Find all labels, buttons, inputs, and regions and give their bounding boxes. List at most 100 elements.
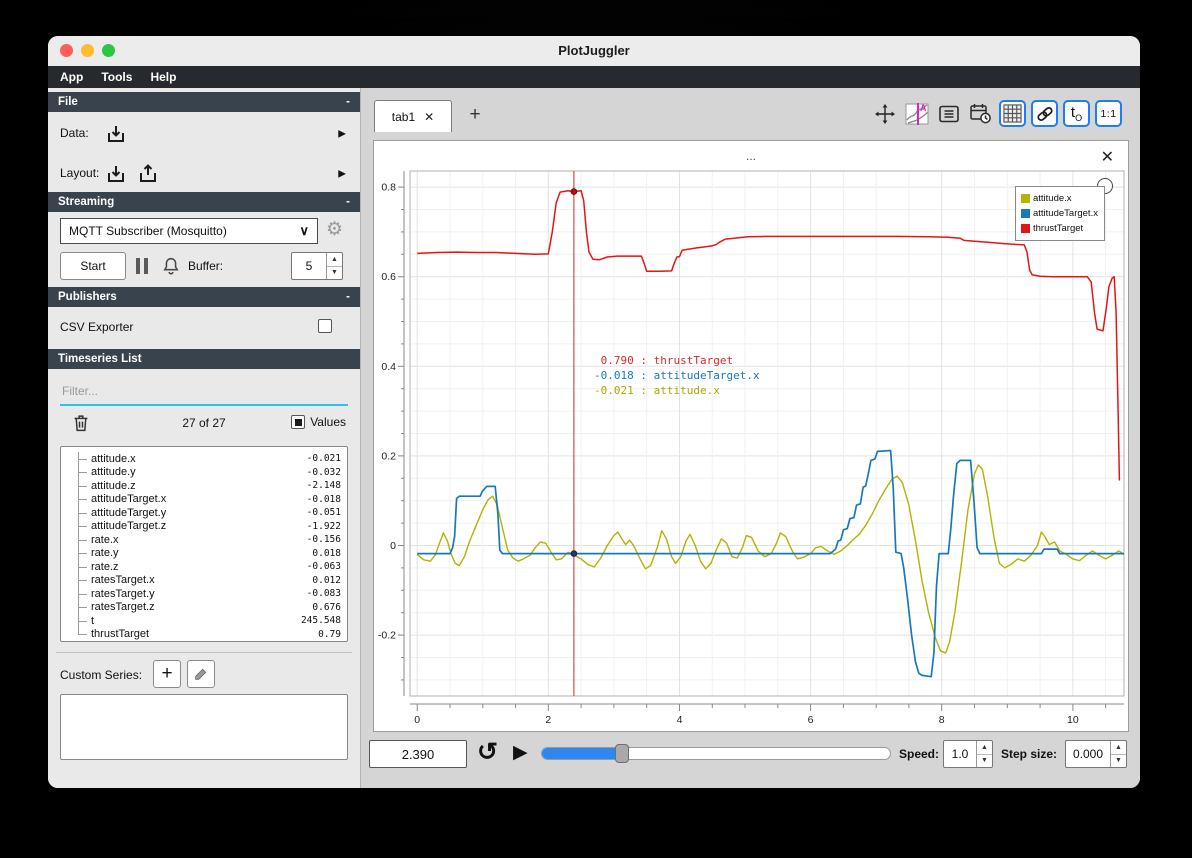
legend-item[interactable]: thrustTarget bbox=[1021, 221, 1099, 236]
speed-spinbox[interactable]: 1.0 ▲ ▼ bbox=[943, 740, 993, 768]
tooltip-line: -0.021 : attitude.x bbox=[594, 384, 720, 397]
plot-title[interactable]: ... bbox=[374, 149, 1128, 163]
load-layout-icon[interactable] bbox=[104, 162, 128, 186]
svg-text:0.2: 0.2 bbox=[381, 450, 396, 462]
add-tab-button[interactable]: + bbox=[462, 102, 488, 128]
series-value: -2.148 bbox=[306, 480, 341, 492]
datetime-scale-icon[interactable] bbox=[967, 100, 994, 127]
buffer-spinbox[interactable]: 5 ▲ ▼ bbox=[291, 252, 343, 280]
plot-toolbar: A tO 1:1 bbox=[871, 100, 1122, 127]
play-icon[interactable]: ▶ bbox=[513, 741, 528, 764]
timeseries-row[interactable]: rate.x -0.156 bbox=[71, 533, 341, 547]
streaming-settings-gear-icon[interactable]: ⚙ bbox=[326, 218, 343, 241]
speed-label: Speed: bbox=[899, 747, 940, 761]
ratio-1-1-icon[interactable]: 1:1 bbox=[1095, 100, 1122, 127]
grid-layout-icon[interactable] bbox=[999, 100, 1026, 127]
series-attitudeTarget.x bbox=[417, 449, 1124, 678]
streaming-source-select[interactable]: MQTT Subscriber (Mosquitto) ∨ bbox=[60, 218, 318, 244]
tab-tab1[interactable]: tab1 ✕ bbox=[374, 100, 452, 132]
legend-swatch bbox=[1021, 224, 1030, 233]
time-offset-icon[interactable]: tO bbox=[1063, 100, 1090, 127]
values-checkbox[interactable] bbox=[291, 415, 306, 429]
data-expand-arrow-icon[interactable]: ▶ bbox=[338, 129, 346, 140]
timeseries-row[interactable]: attitudeTarget.y -0.051 bbox=[71, 506, 341, 520]
timeseries-row[interactable]: attitude.x -0.021 bbox=[71, 452, 341, 466]
step-up-icon[interactable]: ▲ bbox=[1111, 741, 1126, 755]
svg-text:4: 4 bbox=[677, 714, 683, 726]
data-row: Data: ▶ bbox=[48, 118, 360, 150]
legend[interactable]: attitude.x attitudeTarget.x thrustTarget bbox=[1015, 186, 1105, 241]
collapse-icon[interactable]: - bbox=[346, 96, 350, 108]
layout-expand-arrow-icon[interactable]: ▶ bbox=[338, 169, 346, 180]
load-data-icon[interactable] bbox=[104, 122, 128, 146]
collapse-icon[interactable]: - bbox=[346, 291, 350, 303]
section-header-streaming[interactable]: Streaming - bbox=[48, 192, 360, 212]
edit-custom-series-button[interactable] bbox=[187, 660, 215, 688]
timeseries-row[interactable]: attitude.z -2.148 bbox=[71, 479, 341, 493]
speed-value: 1.0 bbox=[951, 747, 969, 761]
plot-close-icon[interactable]: ✕ bbox=[1101, 147, 1114, 167]
timeseries-row[interactable]: rate.y 0.018 bbox=[71, 546, 341, 561]
tooltip-line: 0.790 : thrustTarget bbox=[594, 354, 734, 367]
timeseries-row[interactable]: thrustTarget 0.79 bbox=[71, 627, 341, 642]
csv-exporter-label: CSV Exporter bbox=[60, 320, 134, 334]
notifications-bell-icon[interactable] bbox=[160, 255, 182, 277]
series-name: attitudeTarget.y bbox=[91, 506, 167, 519]
legend-item[interactable]: attitudeTarget.x bbox=[1021, 206, 1099, 221]
section-header-timeseries[interactable]: Timeseries List bbox=[48, 349, 360, 369]
series-name: rate.x bbox=[91, 533, 119, 546]
main-area: tab1 ✕ + A tO 1:1 ... ✕ 0 2 4 6 8 10 0.8… bbox=[361, 88, 1140, 788]
step-down-icon[interactable]: ▼ bbox=[1111, 755, 1126, 768]
series-attitude.x bbox=[416, 464, 1125, 654]
csv-exporter-checkbox[interactable] bbox=[318, 319, 332, 333]
step-size-spinbox[interactable]: 0.000 ▲ ▼ bbox=[1065, 740, 1127, 768]
section-header-file[interactable]: File - bbox=[48, 92, 360, 112]
loop-icon[interactable]: ↺ bbox=[477, 737, 498, 767]
timeseries-row[interactable]: ratesTarget.z 0.676 bbox=[71, 600, 341, 615]
series-value: 245.548 bbox=[300, 615, 341, 627]
legend-item[interactable]: attitude.x bbox=[1021, 191, 1099, 206]
series-value: -0.083 bbox=[306, 588, 341, 600]
series-value: -0.156 bbox=[306, 534, 341, 546]
window-title: PlotJuggler bbox=[558, 43, 630, 58]
pause-icon[interactable] bbox=[136, 258, 148, 274]
speed-down-icon[interactable]: ▼ bbox=[977, 755, 992, 768]
timeseries-row[interactable]: ratesTarget.x 0.012 bbox=[71, 573, 341, 588]
speed-up-icon[interactable]: ▲ bbox=[977, 741, 992, 755]
timeseries-list[interactable]: attitude.x -0.021 attitude.y -0.032 attitu… bbox=[60, 446, 348, 642]
filter-input[interactable] bbox=[60, 378, 348, 406]
menu-help[interactable]: Help bbox=[150, 70, 176, 84]
menu-app[interactable]: App bbox=[60, 70, 83, 84]
series-name: attitude.x bbox=[91, 452, 136, 465]
link-axes-icon[interactable] bbox=[1031, 100, 1058, 127]
custom-series-list[interactable] bbox=[60, 694, 348, 760]
collapse-icon[interactable]: - bbox=[346, 196, 350, 208]
timeseries-row[interactable]: attitudeTarget.x -0.018 bbox=[71, 492, 341, 507]
add-custom-series-button[interactable]: + bbox=[153, 660, 181, 688]
custom-series-row: Custom Series: + bbox=[48, 660, 360, 690]
tab-close-icon[interactable]: ✕ bbox=[424, 111, 434, 123]
series-value: -0.063 bbox=[306, 561, 341, 573]
save-layout-icon[interactable] bbox=[136, 162, 160, 186]
menu-tools[interactable]: Tools bbox=[101, 70, 132, 84]
svg-text:0: 0 bbox=[414, 714, 420, 726]
timeseries-row[interactable]: rate.z -0.063 bbox=[71, 560, 341, 574]
data-label: Data: bbox=[60, 126, 89, 140]
curve-tracker-icon[interactable]: A bbox=[903, 100, 930, 127]
timeseries-row[interactable]: attitude.y -0.032 bbox=[71, 465, 341, 480]
legend-list-icon[interactable] bbox=[935, 100, 962, 127]
slider-fill bbox=[542, 748, 622, 759]
slider-handle[interactable] bbox=[615, 744, 629, 763]
timeseries-row[interactable]: ratesTarget.y -0.083 bbox=[71, 587, 341, 601]
buffer-up-icon[interactable]: ▲ bbox=[327, 253, 342, 267]
buffer-label: Buffer: bbox=[188, 259, 224, 273]
current-time-field[interactable]: 2.390 bbox=[369, 740, 467, 768]
timeline-slider[interactable] bbox=[541, 744, 891, 763]
svg-text:0.8: 0.8 bbox=[381, 182, 396, 194]
section-header-publishers[interactable]: Publishers - bbox=[48, 287, 360, 307]
timeseries-row[interactable]: attitudeTarget.z -1.922 bbox=[71, 519, 341, 534]
start-button[interactable]: Start bbox=[60, 252, 126, 280]
pan-zoom-arrows-icon[interactable] bbox=[871, 100, 898, 127]
buffer-down-icon[interactable]: ▼ bbox=[327, 267, 342, 280]
timeseries-row[interactable]: t 245.548 bbox=[71, 614, 341, 628]
